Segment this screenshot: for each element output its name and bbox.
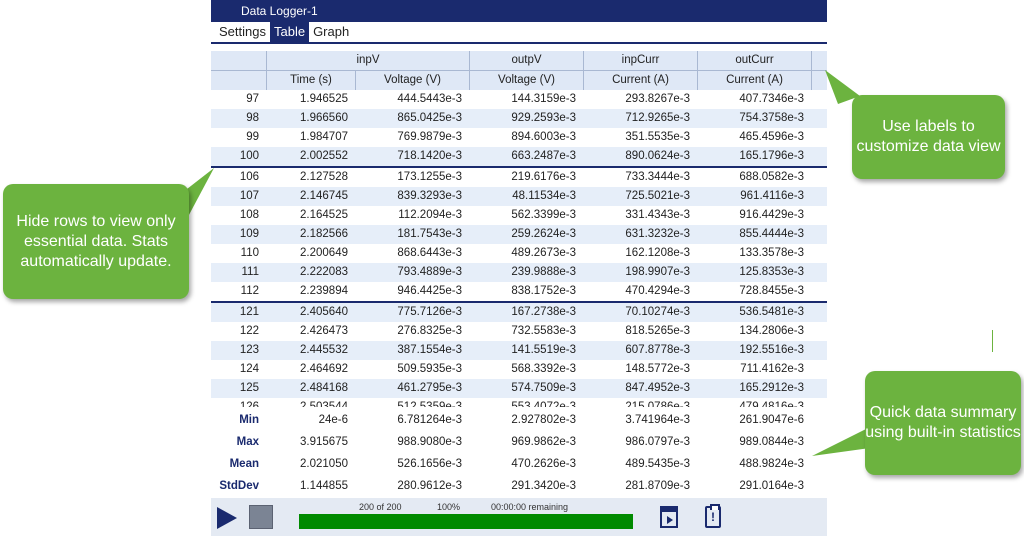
- summary-callout: Quick data summary using built-in statis…: [865, 371, 1021, 475]
- hide-rows-callout: Hide rows to view only essential data. S…: [3, 184, 189, 299]
- summary-callout-pointer: [812, 428, 870, 456]
- labels-callout: Use labels to customize data view: [852, 95, 1005, 179]
- divider-line: [992, 330, 993, 352]
